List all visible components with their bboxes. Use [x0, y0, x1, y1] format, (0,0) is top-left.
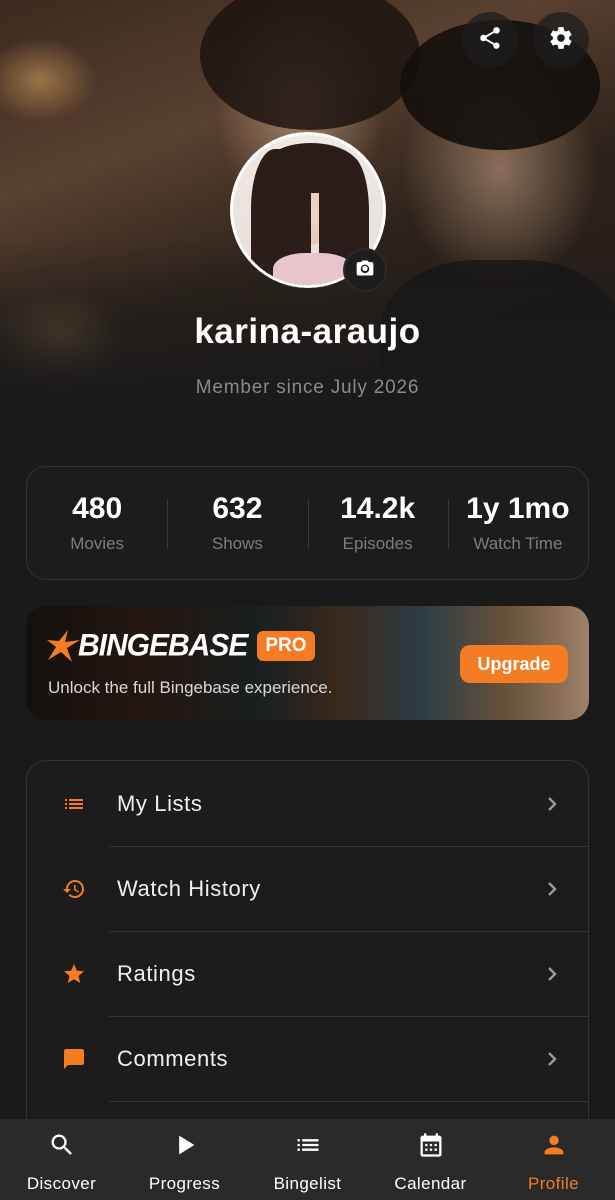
star-icon: [61, 961, 87, 987]
stat-label: Movies: [70, 534, 125, 553]
stat-watch-time[interactable]: 1y 1mo Watch Time: [447, 467, 588, 579]
share-button[interactable]: [462, 12, 518, 68]
nav-label: Progress: [148, 1174, 221, 1193]
pro-badge: PRO: [257, 631, 315, 661]
play-icon: [171, 1131, 199, 1164]
stat-label: Episodes: [342, 534, 413, 553]
username: karina-araujo: [194, 312, 421, 351]
stat-label: Shows: [211, 534, 263, 553]
menu-item-ratings[interactable]: Ratings: [27, 931, 588, 1016]
stat-movies[interactable]: 480 Movies: [27, 467, 167, 579]
avatar-portrait: [273, 253, 353, 285]
upgrade-button[interactable]: Upgrade: [460, 645, 568, 683]
nav-progress[interactable]: Progress: [123, 1119, 246, 1200]
stats-card: 480 Movies 632 Shows 14.2k Episodes 1y 1…: [26, 466, 589, 580]
stat-episodes[interactable]: 14.2k Episodes: [307, 467, 448, 579]
bottom-navigation: Discover Progress Bingelist Calendar Pro…: [0, 1119, 615, 1200]
share-icon: [477, 25, 503, 56]
backdrop-figure: [200, 0, 420, 130]
member-since: Member since July 2026: [195, 377, 420, 398]
chevron-right-icon: [544, 796, 560, 812]
calendar-icon: [417, 1131, 445, 1164]
pro-banner[interactable]: BINGEBASE PRO Unlock the full Bingebase …: [26, 606, 589, 720]
menu-label: Ratings: [117, 960, 196, 986]
camera-icon: [355, 258, 375, 283]
history-icon: [61, 876, 87, 902]
stat-value: 632: [212, 492, 263, 525]
chevron-right-icon: [544, 881, 560, 897]
stat-value: 14.2k: [340, 492, 416, 525]
star-logo-icon: [46, 628, 82, 664]
change-avatar-button[interactable]: [343, 248, 387, 292]
menu-item-my-lists[interactable]: My Lists: [27, 761, 588, 846]
stat-label: Watch Time: [473, 534, 563, 553]
menu-label: Comments: [117, 1045, 229, 1071]
menu-item-watch-history[interactable]: Watch History: [27, 846, 588, 931]
search-icon: [48, 1131, 76, 1164]
menu-item-comments[interactable]: Comments: [27, 1016, 588, 1101]
person-icon: [540, 1131, 568, 1164]
nav-profile[interactable]: Profile: [492, 1119, 615, 1200]
nav-calendar[interactable]: Calendar: [369, 1119, 492, 1200]
stat-shows[interactable]: 632 Shows: [167, 467, 307, 579]
nav-bingelist[interactable]: Bingelist: [246, 1119, 369, 1200]
chevron-right-icon: [544, 966, 560, 982]
comment-icon: [61, 1046, 87, 1072]
stat-value: 1y 1mo: [466, 492, 570, 525]
nav-label: Discover: [26, 1174, 97, 1193]
nav-label: Bingelist: [273, 1174, 342, 1193]
nav-label: Profile: [528, 1174, 579, 1193]
settings-button[interactable]: [533, 12, 589, 68]
profile-menu: My Lists Watch History Ratings Comments: [26, 760, 589, 1140]
list-icon: [61, 791, 87, 817]
bingebase-logo: BINGEBASE PRO: [46, 628, 315, 664]
stat-value: 480: [72, 492, 123, 525]
menu-label: My Lists: [117, 790, 203, 816]
chevron-right-icon: [544, 1051, 560, 1067]
nav-label: Calendar: [394, 1174, 467, 1193]
list-icon: [294, 1131, 322, 1164]
pro-tagline: Unlock the full Bingebase experience.: [48, 678, 333, 697]
gear-icon: [548, 25, 574, 56]
nav-discover[interactable]: Discover: [0, 1119, 123, 1200]
menu-label: Watch History: [117, 875, 261, 901]
logo-text: BINGEBASE: [78, 628, 248, 663]
